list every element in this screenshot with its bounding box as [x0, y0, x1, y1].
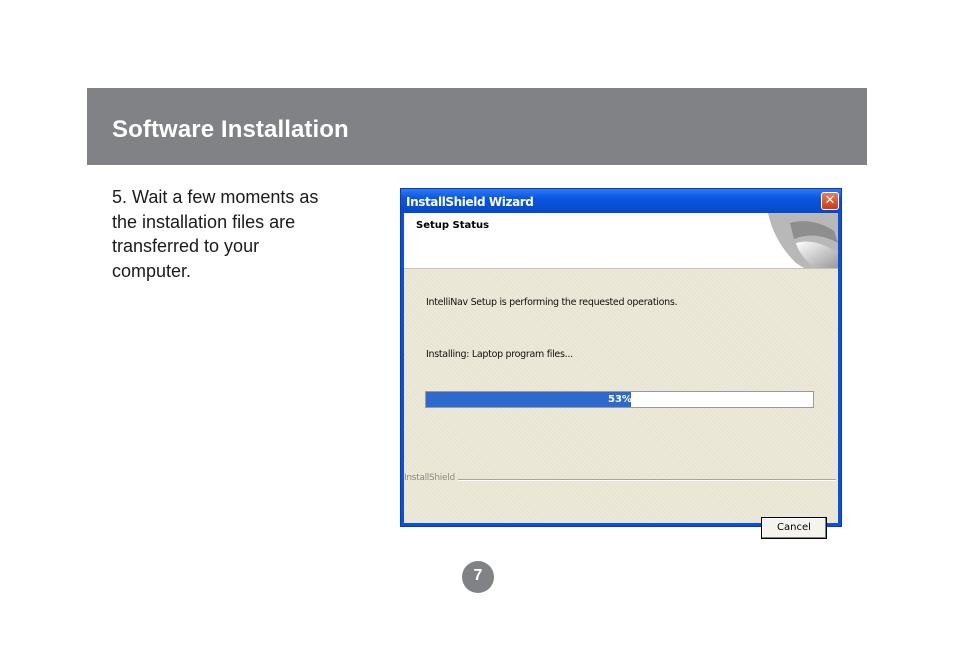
- installshield-dialog: InstallShield Wizard ✕ Setup Status Inte…: [400, 188, 842, 539]
- close-icon: ✕: [824, 193, 836, 208]
- progress-bar: 53%: [425, 391, 814, 408]
- brand-divider: [458, 479, 836, 481]
- banner-title: Setup Status: [416, 220, 490, 231]
- dialog-body: IntelliNav Setup is performing the reque…: [404, 269, 838, 539]
- dialog-banner: Setup Status: [404, 213, 838, 269]
- dialog-client: Setup Status IntelliNav Setup is perform…: [404, 213, 838, 539]
- progress-fill: [426, 392, 632, 407]
- progress-percent: 53%: [608, 394, 632, 405]
- close-button[interactable]: ✕: [821, 192, 839, 210]
- status-text: IntelliNav Setup is performing the reque…: [426, 297, 678, 308]
- cancel-button[interactable]: Cancel: [761, 517, 827, 539]
- instruction-text: 5. Wait a few moments as the installatio…: [112, 187, 319, 281]
- section-header: Software Installation: [87, 88, 867, 165]
- installshield-logo-icon: [744, 213, 838, 268]
- page-title: Software Installation: [112, 116, 349, 143]
- page-number-badge: 7: [462, 561, 494, 593]
- installing-text: Installing: Laptop program files...: [426, 349, 573, 360]
- dialog-title: InstallShield Wizard: [406, 195, 534, 209]
- installshield-brand-label: InstallShield: [404, 473, 455, 483]
- dialog-titlebar[interactable]: InstallShield Wizard ✕: [401, 189, 841, 213]
